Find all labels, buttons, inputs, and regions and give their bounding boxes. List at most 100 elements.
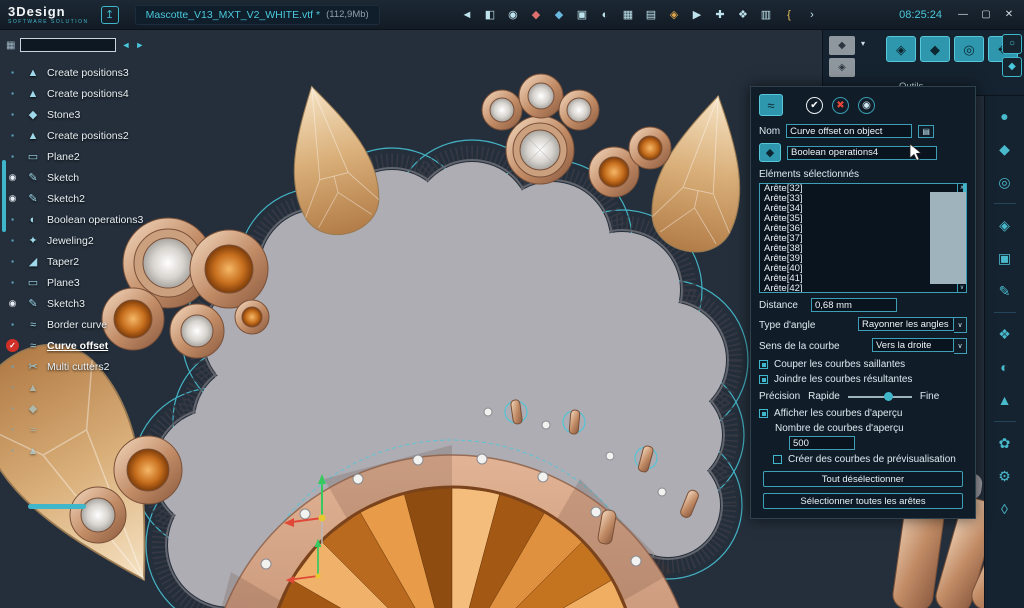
lab-icon[interactable]: ✚ bbox=[712, 7, 728, 23]
list-item[interactable]: Arête[42] bbox=[760, 284, 966, 293]
cube-icon[interactable]: ❖ bbox=[735, 7, 751, 23]
select-all-edges-button[interactable]: Sélectionner toutes les arêtes bbox=[763, 493, 963, 509]
scene-panel-icon[interactable]: ◆ bbox=[829, 36, 855, 55]
diamond-tool-icon[interactable]: ◆ bbox=[920, 36, 950, 62]
edges-list[interactable]: Arête[32] Arête[33] Arête[34] Arête[35] … bbox=[759, 183, 967, 293]
cancel-button[interactable]: ✖ bbox=[832, 97, 849, 114]
tree-item[interactable]: ▪ ▲ bbox=[0, 440, 196, 461]
tree-item-stone3[interactable]: ▪ ◆ Stone3 bbox=[0, 104, 196, 125]
stone-setting-icon[interactable]: ◈ bbox=[993, 213, 1017, 237]
minimize-icon[interactable]: — bbox=[956, 9, 970, 20]
gem-studio-icon[interactable]: ◆ bbox=[993, 137, 1017, 161]
scroll-down-icon[interactable]: ∨ bbox=[960, 284, 964, 292]
visibility-icon[interactable]: ◉ bbox=[505, 7, 521, 23]
tree-item-boolean-operations3[interactable]: ▪ ◐ Boolean operations3 bbox=[0, 209, 196, 230]
preview-eye-button[interactable]: ◉ bbox=[858, 97, 875, 114]
show-preview-checkbox-row[interactable]: Afficher les courbes d'aperçu bbox=[759, 408, 967, 419]
eye-icon[interactable]: ◉ bbox=[6, 171, 19, 184]
grid-view-icon[interactable]: ▦ bbox=[6, 40, 15, 51]
import-icon[interactable]: ↥ bbox=[101, 6, 119, 24]
close-icon[interactable]: ✕ bbox=[1002, 9, 1016, 20]
tree-item-border-curve[interactable]: ▪ ≈ Border curve bbox=[0, 314, 196, 335]
tree-horizontal-scrollbar[interactable] bbox=[28, 504, 86, 509]
primitives-tool-icon[interactable]: ● bbox=[993, 104, 1017, 128]
eye-icon[interactable]: ◉ bbox=[6, 192, 19, 205]
tree-search-input[interactable] bbox=[20, 38, 116, 52]
tree-item-curve-offset[interactable]: ✓ ≈ Curve offset bbox=[0, 335, 196, 356]
magnet-icon[interactable]: ◈ bbox=[666, 7, 682, 23]
undo-icon[interactable]: ◄ bbox=[459, 7, 475, 23]
flower-tool-icon[interactable]: ✿ bbox=[993, 431, 1017, 455]
gem-blue-icon[interactable]: ◆ bbox=[551, 7, 567, 23]
analysis-tool-icon[interactable]: ◊ bbox=[993, 497, 1017, 521]
angle-type-dropdown[interactable]: ∨ bbox=[858, 317, 967, 333]
chevron-down-icon[interactable]: ∨ bbox=[954, 338, 967, 354]
selection-filter-icon[interactable]: ◧ bbox=[482, 7, 498, 23]
precision-slider[interactable] bbox=[848, 396, 912, 398]
tree-item-plane2[interactable]: ▪ ▭ Plane2 bbox=[0, 146, 196, 167]
deselect-all-button[interactable]: Tout désélectionner bbox=[763, 471, 963, 487]
checkbox-checked[interactable] bbox=[759, 375, 768, 384]
pattern-tool-icon[interactable]: ❖ bbox=[993, 322, 1017, 346]
keyboard-icon[interactable]: ▤ bbox=[918, 125, 934, 138]
chevron-down-icon[interactable]: ∨ bbox=[954, 317, 967, 333]
name-input[interactable] bbox=[786, 124, 912, 138]
create-preview-checkbox-row[interactable]: Créer des courbes de prévisualisation bbox=[773, 454, 967, 465]
pave-tool-icon[interactable]: ▣ bbox=[993, 246, 1017, 270]
chevron-down-icon[interactable]: ▾ bbox=[861, 39, 865, 48]
checkbox-unchecked[interactable] bbox=[773, 455, 782, 464]
tree-vertical-scrollbar[interactable] bbox=[2, 160, 6, 232]
run-icon[interactable]: › bbox=[804, 7, 820, 23]
checkbox-checked[interactable] bbox=[759, 409, 768, 418]
join-curves-checkbox-row[interactable]: Joindre les courbes résultantes bbox=[759, 374, 967, 385]
tree-item[interactable]: ▪ ≈ bbox=[0, 419, 196, 440]
settings-tool-icon[interactable]: ⚙ bbox=[993, 464, 1017, 488]
tree-item-sketch[interactable]: ◉ ✎ Sketch bbox=[0, 167, 196, 188]
printer-icon[interactable]: ▥ bbox=[758, 7, 774, 23]
tree-item-multi-cutters2[interactable]: ▪ ✂ Multi cutters2 bbox=[0, 356, 196, 377]
direction-dropdown[interactable]: ∨ bbox=[872, 338, 967, 354]
tree-item-taper2[interactable]: ▪ ◢ Taper2 bbox=[0, 251, 196, 272]
layers-panel-icon[interactable]: ◈ bbox=[829, 58, 855, 77]
render-icon[interactable]: ◐ bbox=[597, 7, 613, 23]
gem-red-icon[interactable]: ◆ bbox=[528, 7, 544, 23]
distance-input[interactable] bbox=[811, 298, 897, 312]
preview-count-input[interactable] bbox=[789, 436, 855, 450]
measure-icon[interactable]: ▤ bbox=[643, 7, 659, 23]
materials-icon[interactable]: ▣ bbox=[574, 7, 590, 23]
nav-forward-icon[interactable]: ► bbox=[135, 40, 144, 50]
camera-icon[interactable]: ▦ bbox=[620, 7, 636, 23]
preview-count-label: Nombre de courbes d'aperçu bbox=[775, 423, 967, 434]
ring-wizard-icon[interactable]: ◎ bbox=[993, 170, 1017, 194]
tree-item[interactable]: ▪ ◆ bbox=[0, 398, 196, 419]
nav-back-icon[interactable]: ◄ bbox=[121, 40, 130, 50]
slider-thumb[interactable] bbox=[884, 392, 893, 401]
mesh-tool-icon[interactable]: ▲ bbox=[993, 388, 1017, 412]
boolean-icon: ◐ bbox=[26, 214, 40, 226]
eye-icon[interactable]: ◉ bbox=[6, 297, 19, 310]
gem-tab-icon[interactable]: ◆ bbox=[1002, 57, 1022, 77]
tree-item[interactable]: ▪ ▲ bbox=[0, 377, 196, 398]
animation-icon[interactable]: ▶ bbox=[689, 7, 705, 23]
boolean-tool-icon[interactable]: ◐ bbox=[993, 355, 1017, 379]
stones-tool-icon[interactable]: ◈ bbox=[886, 36, 916, 62]
tree-item-sketch2[interactable]: ◉ ✎ Sketch2 bbox=[0, 188, 196, 209]
cut-curves-checkbox-row[interactable]: Couper les courbes saillantes bbox=[759, 359, 967, 370]
tree-item-plane3[interactable]: ▪ ▭ Plane3 bbox=[0, 272, 196, 293]
script-icon[interactable]: { bbox=[781, 7, 797, 23]
ring-tool-icon[interactable]: ◎ bbox=[954, 36, 984, 62]
jewelry-tab-icon[interactable]: ○ bbox=[1002, 34, 1022, 54]
engraving-tool-icon[interactable]: ✎ bbox=[993, 279, 1017, 303]
checkbox-checked[interactable] bbox=[759, 360, 768, 369]
direction-value[interactable] bbox=[872, 338, 954, 352]
tree-item-sketch3[interactable]: ◉ ✎ Sketch3 bbox=[0, 293, 196, 314]
document-tab[interactable]: Mascotte_V13_MXT_V2_WHITE.vtf * (112,9Mb… bbox=[135, 5, 380, 25]
list-scrollbar[interactable]: ∧ ∨ bbox=[957, 184, 966, 292]
tree-item-create-positions2[interactable]: ▪ ▲ Create positions2 bbox=[0, 125, 196, 146]
angle-type-value[interactable] bbox=[858, 317, 954, 331]
tree-item-jeweling2[interactable]: ▪ ✦ Jeweling2 bbox=[0, 230, 196, 251]
maximize-icon[interactable]: ▢ bbox=[979, 9, 993, 20]
tree-item-create-positions3[interactable]: ▪ ▲ Create positions3 bbox=[0, 62, 196, 83]
tree-item-create-positions4[interactable]: ▪ ▲ Create positions4 bbox=[0, 83, 196, 104]
confirm-button[interactable]: ✔ bbox=[806, 97, 823, 114]
